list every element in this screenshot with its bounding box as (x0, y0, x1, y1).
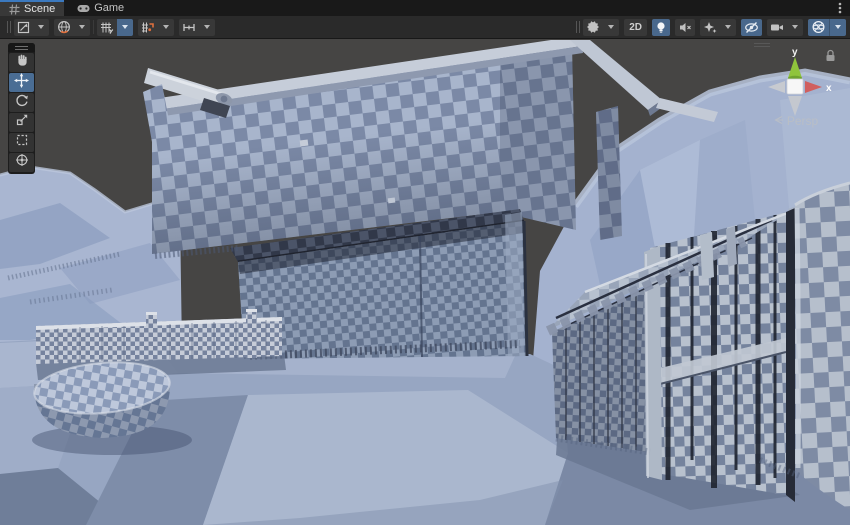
scene-render[interactable] (0, 40, 850, 525)
unity-scene-view-window: Scene Game (0, 0, 850, 525)
eye-slash-icon (741, 19, 762, 36)
rect-tool-button[interactable] (9, 133, 34, 152)
tool-settings-group (14, 19, 90, 36)
scene-view-toolbar: 2D (0, 16, 850, 39)
orbit-gizmo-icon (808, 19, 829, 36)
scene-visibility-button[interactable] (741, 19, 762, 36)
tab-game[interactable]: Game (68, 0, 133, 16)
projection-toggle[interactable]: Persp (748, 114, 844, 128)
rotate-icon (15, 93, 29, 112)
tab-game-label: Game (94, 2, 124, 14)
persp-chevron-icon (774, 114, 784, 128)
dropdown-arrow-icon (158, 19, 174, 36)
dropdown-arrow-icon[interactable] (829, 19, 846, 36)
dropdown-arrow-icon (33, 19, 49, 36)
scene-viewport[interactable]: y x Persp (0, 40, 850, 525)
rotate-tool-button[interactable] (9, 93, 34, 112)
orientation-gizmo: y x Persp (748, 40, 844, 140)
scene-lighting-button[interactable] (652, 19, 670, 36)
grid-visibility-button[interactable] (97, 19, 133, 36)
shaded-mode-icon (583, 19, 603, 36)
scene-audio-button[interactable] (675, 19, 695, 36)
tab-bar: Scene Game (0, 0, 850, 16)
projection-label: Persp (787, 114, 818, 128)
dropdown-arrow-icon (603, 19, 619, 36)
tab-scene-label: Scene (24, 3, 55, 15)
pivot-icon (14, 19, 33, 36)
2d-label: 2D (627, 22, 644, 33)
effects-icon (700, 19, 720, 36)
dropdown-arrow-icon[interactable] (117, 19, 133, 36)
tool-handle-rotation-button[interactable] (54, 19, 90, 36)
2d-view-button[interactable]: 2D (624, 19, 647, 36)
dropdown-arrow-icon (199, 19, 215, 36)
axis-x-cone[interactable] (805, 81, 822, 93)
tools-overlay (8, 43, 35, 174)
tool-handle-position-button[interactable] (14, 19, 49, 36)
axis-negx-cone[interactable] (768, 81, 785, 93)
scene-effects-button[interactable] (700, 19, 736, 36)
view-tool-button[interactable] (9, 53, 34, 72)
snap-increment-button[interactable] (179, 19, 215, 36)
rect-icon (15, 133, 29, 152)
move-icon (14, 73, 29, 93)
toolbar-separator (93, 20, 94, 34)
lock-icon[interactable] (825, 49, 836, 67)
grid-snap-group (97, 19, 215, 36)
scale-tool-button[interactable] (9, 113, 34, 132)
snap-increment-icon (179, 19, 199, 36)
grid-icon (9, 4, 20, 15)
grid-y-icon (97, 19, 117, 36)
kebab-vertical-icon[interactable] (833, 1, 847, 15)
transform-tool-button[interactable] (9, 153, 34, 172)
overlay-drag-handle[interactable] (576, 21, 580, 33)
axis-x-label: x (826, 83, 832, 94)
grid-snapping-button[interactable] (138, 19, 174, 36)
camera-icon (767, 19, 787, 36)
hand-icon (15, 53, 29, 72)
tools-overlay-handle[interactable] (8, 43, 35, 52)
axis-y-cone[interactable] (788, 57, 802, 78)
axis-negy-cone[interactable] (788, 96, 802, 116)
dropdown-arrow-icon (74, 19, 90, 36)
scale-icon (15, 113, 29, 132)
globe-icon (54, 19, 74, 36)
axis-center-cube[interactable] (787, 79, 803, 94)
audio-muted-icon (675, 19, 695, 36)
move-tool-button[interactable] (9, 73, 34, 92)
dropdown-arrow-icon (720, 19, 736, 36)
tab-scene[interactable]: Scene (0, 0, 64, 16)
gizmos-menu-button[interactable] (808, 19, 846, 36)
draw-mode-button[interactable] (583, 19, 619, 36)
scene-camera-button[interactable] (767, 19, 803, 36)
grid-snap-icon (138, 19, 158, 36)
transform-icon (15, 153, 29, 172)
dropdown-arrow-icon (787, 19, 803, 36)
lightbulb-icon (652, 19, 670, 36)
view-options-group: 2D (583, 19, 846, 36)
overlay-drag-handle[interactable] (7, 21, 11, 33)
gamepad-icon (77, 4, 90, 13)
axis-y-label: y (792, 47, 798, 58)
